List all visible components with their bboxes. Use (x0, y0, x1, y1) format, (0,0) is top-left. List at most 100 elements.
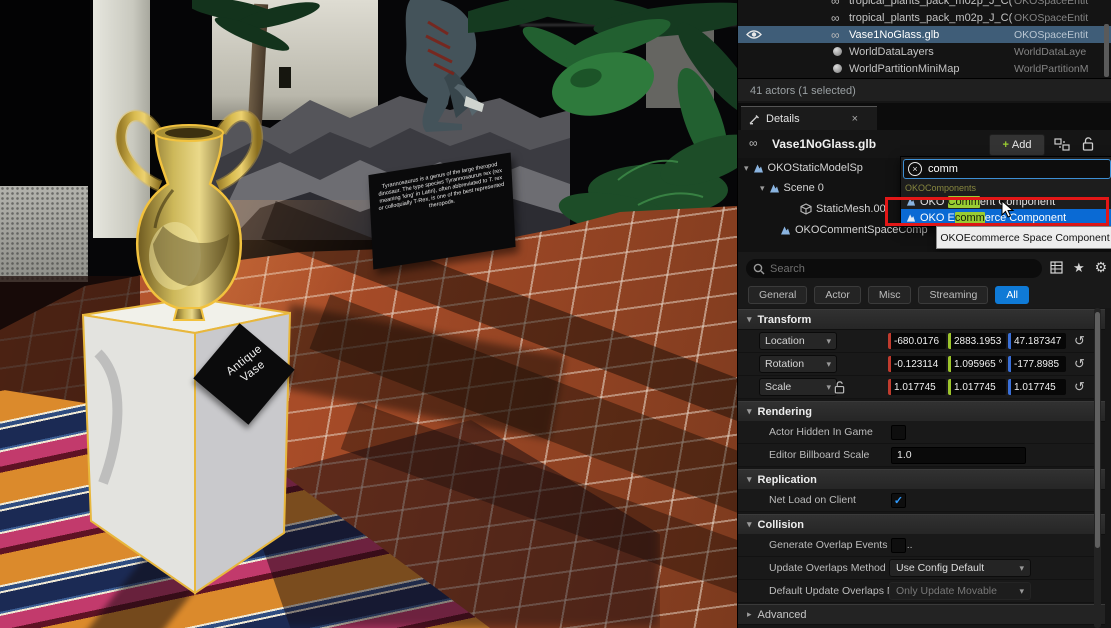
row-net-load: Net Load on Client ✓ (738, 489, 1096, 512)
scale-combo[interactable]: Scale ▾ (759, 378, 837, 396)
component-tooltip: OKOEcommerce Space Component (936, 226, 1111, 249)
filter-actor[interactable]: Actor (814, 286, 861, 304)
rotation-combo[interactable]: Rotation ▾ (759, 355, 837, 373)
actor-name: Vase1NoGlass.glb (849, 29, 939, 41)
check-icon: ✓ (894, 494, 903, 507)
filter-general[interactable]: General (748, 286, 807, 304)
rotation-x-field[interactable]: -0.123114 (888, 356, 946, 372)
outliner-row[interactable]: ∞ tropical_plants_pack_m02p_J_C( OKOSpac… (738, 9, 1111, 26)
outliner-row[interactable]: ∞ tropical_plants_pack_m02p_J_C( OKOSpac… (738, 0, 1111, 9)
component-icon (753, 163, 764, 174)
rotation-y-field[interactable]: 1.095965 ° (948, 356, 1006, 372)
billboard-scale-input[interactable]: 1.0 (891, 447, 1026, 464)
row-rotation: Rotation ▾ -0.123114 1.095965 ° -177.898… (738, 353, 1096, 376)
location-combo[interactable]: Location ▾ (759, 332, 837, 350)
browse-icon[interactable] (1054, 138, 1070, 151)
outliner-footer: 41 actors (1 selected) (738, 78, 1111, 101)
scale-y-field[interactable]: 1.017745 (948, 379, 1006, 395)
combo-label: Rotation (765, 358, 804, 370)
caret-down-icon[interactable]: ▾ (744, 163, 749, 174)
search-icon (753, 263, 765, 275)
location-y-field[interactable]: 2883.1953 (948, 333, 1006, 349)
row-generate-overlap: Generate Overlap Events Du... (738, 534, 1096, 557)
eye-icon[interactable] (746, 29, 762, 40)
caret-down-icon: ▾ (747, 314, 752, 325)
tree-row-root[interactable]: ▾ OKOStaticModelSp (744, 162, 863, 174)
unreal-editor-window: Tyrannosaurus is a genus of the large th… (0, 0, 1111, 628)
location-x-field[interactable]: -680.0176 (888, 333, 946, 349)
value: 1.095965 ° (951, 359, 1003, 370)
chip-label: Misc (879, 289, 901, 301)
component-label: Scene 0 (784, 182, 824, 194)
chip-label: Actor (825, 289, 850, 301)
tab-details[interactable]: Details × (741, 106, 877, 131)
value: -0.123114 (891, 359, 938, 370)
actor-hidden-checkbox[interactable] (891, 425, 906, 440)
location-z-field[interactable]: 47.187347 (1008, 333, 1066, 349)
property-label: Net Load on Client (769, 494, 856, 506)
section-label: Transform (758, 314, 812, 326)
section-transform[interactable]: ▾ Transform (738, 309, 1105, 330)
update-overlaps-dropdown[interactable]: Use Config Default ▾ (889, 559, 1031, 577)
details-scrollbar[interactable] (1094, 308, 1101, 628)
reset-icon[interactable]: ↺ (1074, 356, 1085, 372)
favorites-icon[interactable]: ★ (1073, 260, 1085, 276)
scale-x-field[interactable]: 1.017745 (888, 379, 946, 395)
clear-search-icon[interactable]: × (908, 162, 922, 176)
actor-type: WorldDataLaye (1014, 46, 1086, 58)
outliner-row[interactable]: WorldDataLayers WorldDataLaye (738, 43, 1111, 60)
unlock-icon[interactable] (1082, 136, 1094, 151)
search-query: comm (928, 163, 958, 175)
value: 47.187347 (1011, 336, 1061, 347)
chip-label: General (759, 289, 796, 301)
dropdown-value: Use Config Default (896, 562, 984, 574)
annotation-red-box (885, 197, 1109, 226)
world-icon (833, 64, 842, 73)
filter-all[interactable]: All (995, 286, 1029, 304)
tree-row-staticmesh[interactable]: StaticMesh.00 (800, 203, 886, 215)
details-tabstrip: Details × (738, 103, 1111, 130)
section-advanced[interactable]: ▸ Advanced (738, 604, 1105, 625)
palm-fronds-left (192, 0, 322, 56)
property-label: Actor Hidden In Game (769, 426, 873, 438)
add-component-button[interactable]: + Add (989, 134, 1045, 156)
tree-row-scene[interactable]: ▾ Scene 0 (760, 182, 824, 194)
scale-lock-icon[interactable] (834, 380, 845, 394)
rotation-z-field[interactable]: -177.8985 (1008, 356, 1066, 372)
section-collision[interactable]: ▾ Collision (738, 514, 1105, 535)
value: -680.0176 (891, 336, 939, 347)
caret-right-icon: ▸ (747, 609, 752, 620)
world-icon (833, 47, 842, 56)
wall-frame (279, 67, 291, 88)
reset-icon[interactable]: ↺ (1074, 333, 1085, 349)
reset-icon[interactable]: ↺ (1074, 379, 1085, 395)
chevron-down-icon: ▾ (1019, 586, 1024, 597)
outliner-row[interactable]: WorldPartitionMiniMap WorldPartitionM (738, 60, 1111, 77)
settings-icon[interactable]: ⚙ (1095, 259, 1108, 276)
section-rendering[interactable]: ▾ Rendering (738, 401, 1105, 422)
actor-type: OKOSpaceEntit (1014, 0, 1088, 7)
level-viewport[interactable]: Tyrannosaurus is a genus of the large th… (0, 0, 737, 628)
row-scale: Scale ▾ 1.017745 1.017745 1.017745 ↺ (738, 376, 1096, 399)
section-label: Collision (758, 519, 804, 531)
outliner-scrollbar[interactable] (1104, 24, 1109, 77)
section-label: Rendering (758, 406, 812, 418)
golden-vase[interactable] (103, 106, 275, 328)
section-label: Advanced (758, 609, 807, 621)
add-label: Add (1012, 139, 1032, 151)
filter-streaming[interactable]: Streaming (918, 286, 988, 304)
chip-label: Streaming (929, 289, 977, 301)
component-search-input[interactable]: × comm (903, 159, 1111, 179)
generate-overlap-checkbox[interactable] (891, 538, 906, 553)
caret-down-icon[interactable]: ▾ (760, 183, 765, 194)
scrollbar-thumb[interactable] (1095, 312, 1100, 548)
scale-z-field[interactable]: 1.017745 (1008, 379, 1066, 395)
net-load-checkbox[interactable]: ✓ (891, 493, 906, 508)
section-replication[interactable]: ▾ Replication (738, 469, 1105, 490)
display-grid-icon[interactable] (1050, 261, 1063, 274)
close-icon[interactable]: × (852, 113, 858, 125)
outliner-row-selected[interactable]: ∞ Vase1NoGlass.glb OKOSpaceEntit (738, 26, 1111, 43)
filter-misc[interactable]: Misc (868, 286, 912, 304)
actor-type: WorldPartitionM (1014, 63, 1089, 75)
details-search[interactable]: Search (746, 259, 1042, 278)
